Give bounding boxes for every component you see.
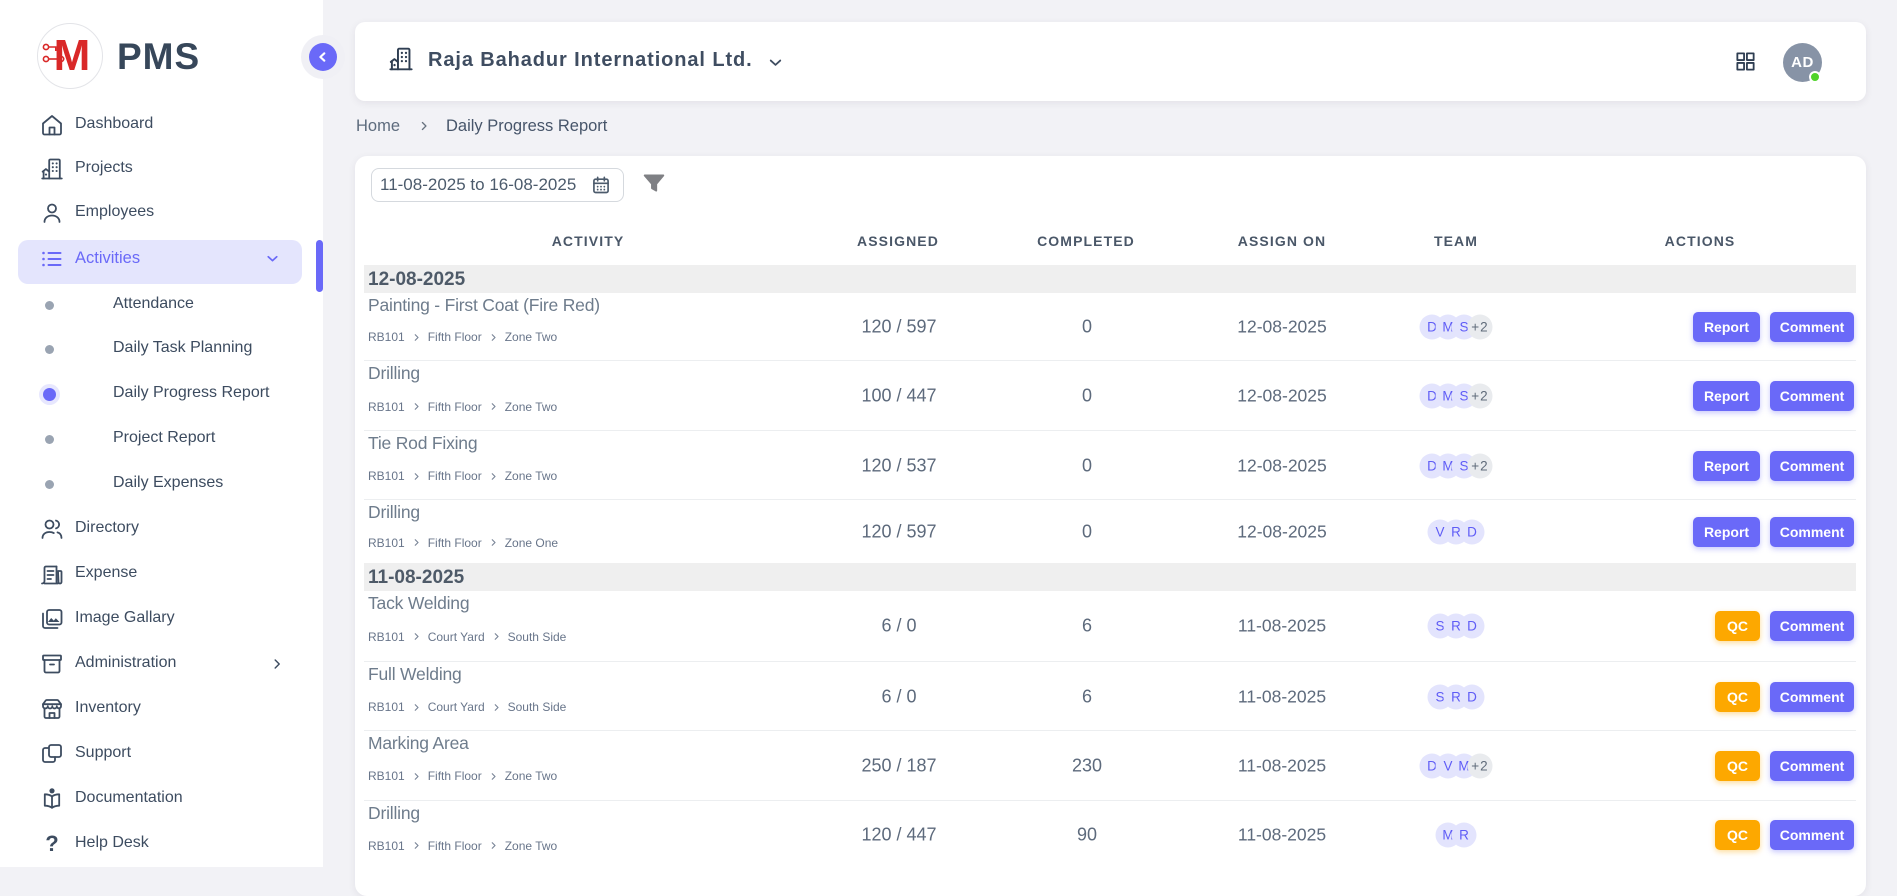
svg-text:M: M [54, 31, 91, 80]
